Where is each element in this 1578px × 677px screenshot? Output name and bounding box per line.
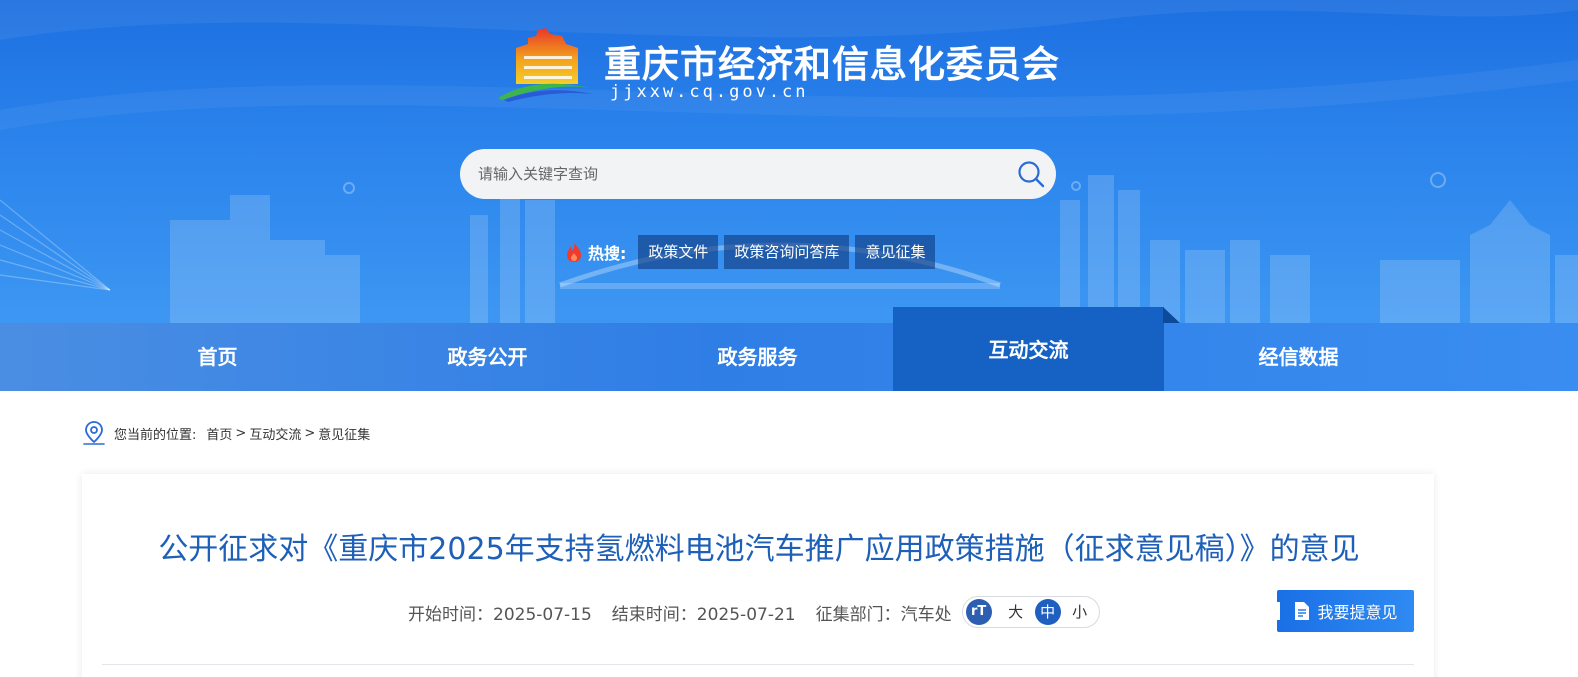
site-domain: jjxxw.cq.gov.cn — [610, 82, 809, 102]
font-size-switcher: rT 大 中 小 — [961, 596, 1100, 628]
submit-opinion-button[interactable]: 我要提意见 — [1277, 590, 1414, 632]
hot-tag-opinion-collection[interactable]: 意见征集 — [855, 235, 936, 269]
nav-active-fold — [1163, 307, 1180, 323]
article-card — [82, 474, 1434, 677]
article-title: 公开征求对《重庆市2025年支持氢燃料电池汽车推广应用政策措施（征求意见稿）》的… — [158, 532, 1360, 567]
breadcrumb-opinion-collection[interactable]: 意见征集 — [318, 424, 370, 443]
hot-tag-policy-docs[interactable]: 政策文件 — [638, 235, 719, 269]
end-time: 结束时间：2025-07-21 — [611, 604, 796, 625]
font-size-small[interactable]: 小 — [1067, 599, 1093, 625]
nav-item-gov-services[interactable]: 政务服务 — [622, 323, 893, 391]
nav-item-interaction[interactable]: 互动交流 — [893, 307, 1164, 391]
nav-item-economic-data[interactable]: 经信数据 — [1163, 323, 1434, 391]
site-header: 重庆市经济和信息化委员会 jjxxw.cq.gov.cn 热搜: 政策文件 政策… — [0, 0, 1578, 323]
main-nav: 首页 政务公开 政务服务 互动交流 经信数据 — [0, 307, 1578, 391]
breadcrumb-home[interactable]: 首页 — [206, 424, 232, 443]
fire-icon — [567, 242, 581, 262]
submit-opinion-label: 我要提意见 — [1317, 603, 1398, 622]
search-input[interactable] — [478, 149, 998, 199]
hot-search: 热搜: 政策文件 政策咨询问答库 意见征集 — [564, 235, 941, 269]
content-divider — [102, 664, 1414, 665]
breadcrumb-separator: > — [235, 425, 247, 441]
hot-search-label: 热搜: — [588, 244, 627, 263]
start-time: 开始时间：2025-07-15 — [408, 604, 592, 625]
nav-item-home[interactable]: 首页 — [82, 323, 353, 391]
site-title: 重庆市经济和信息化委员会 — [604, 43, 1060, 86]
article-meta: 开始时间：2025-07-15 结束时间：2025-07-21 征集部门：汽车处… — [408, 596, 1100, 628]
font-size-medium[interactable]: 中 — [1034, 599, 1061, 625]
breadcrumb-interaction[interactable]: 互动交流 — [249, 424, 301, 443]
breadcrumb-separator: > — [304, 425, 316, 441]
breadcrumb: 您当前的位置: 首页 > 互动交流 > 意见征集 — [82, 420, 370, 446]
search-icon[interactable] — [1016, 159, 1046, 189]
font-size-large[interactable]: 大 — [1003, 599, 1029, 625]
font-size-icon: rT — [965, 599, 992, 625]
location-pin-icon — [83, 421, 105, 445]
department: 征集部门：汽车处 — [815, 604, 952, 625]
nav-item-gov-affairs-open[interactable]: 政务公开 — [352, 323, 623, 391]
search-box — [460, 149, 1056, 199]
breadcrumb-label: 您当前的位置: — [114, 427, 197, 443]
document-edit-icon — [1295, 602, 1310, 620]
hot-tag-policy-qa[interactable]: 政策咨询问答库 — [724, 235, 850, 269]
button-notch — [1277, 602, 1280, 620]
logo-emblem — [498, 28, 592, 102]
